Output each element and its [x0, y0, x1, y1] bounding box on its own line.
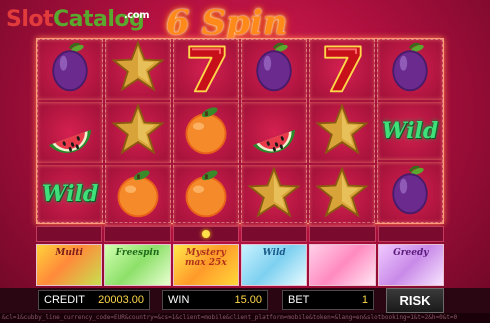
- reel-cell: [37, 39, 103, 100]
- plum-icon: [382, 39, 438, 100]
- reel-cell: [173, 39, 239, 100]
- reel-cell: [377, 39, 443, 100]
- bonus-indicator-2: [104, 226, 171, 242]
- bonus-indicator-row: [36, 226, 444, 242]
- star-icon: [246, 165, 302, 226]
- bonus-indicator-5: [309, 226, 376, 242]
- feature-mystery: Mystery max 25x: [172, 244, 239, 286]
- feature-sublabel: max 25x: [184, 258, 227, 268]
- reel-cell: [309, 102, 375, 163]
- reel-cell: [173, 102, 239, 163]
- reel-cell: [241, 165, 307, 226]
- seven-icon: [178, 39, 234, 100]
- credit-display: CREDIT 20003.00: [38, 290, 150, 310]
- credit-value: 20003.00: [98, 294, 144, 306]
- reel-grid: Wild Wild: [36, 38, 444, 226]
- reel-cell: [173, 165, 239, 226]
- watermelon-icon: [42, 102, 98, 163]
- bonus-indicator-4: [240, 226, 308, 242]
- slotcatalog-watermark: SlotCatalog .com: [6, 6, 150, 34]
- star-icon: [314, 165, 370, 226]
- watermark-com-text: .com: [124, 10, 150, 21]
- watermark-slot-text: Slot: [6, 7, 54, 32]
- orange-icon: [110, 165, 166, 226]
- orange-icon: [178, 102, 234, 163]
- bet-display[interactable]: BET 1: [282, 290, 374, 310]
- feature-freespin: Freespin: [104, 244, 171, 286]
- win-value: 15.00: [234, 294, 262, 306]
- feature-label: Mystery: [185, 248, 226, 258]
- star-icon: [110, 102, 166, 163]
- url-footer: &cl=1&cubby_line_currency_code=EUR&count…: [0, 313, 490, 323]
- reel-cell: [105, 165, 171, 226]
- bonus-indicator-3: [172, 226, 239, 242]
- feature-multi: Multi: [36, 244, 103, 286]
- reel-cell: [377, 162, 443, 223]
- bonus-indicator-1: [36, 226, 103, 242]
- feature-panel: Multi Freespin Mystery max 25x Wild Greed…: [36, 244, 444, 286]
- win-label: WIN: [168, 294, 190, 306]
- credit-label: CREDIT: [44, 294, 85, 306]
- reel-cell: [105, 102, 171, 163]
- feature-label: Greedy: [393, 248, 429, 258]
- wild-symbol: Wild: [381, 118, 439, 144]
- feature-label: Multi: [55, 248, 83, 258]
- feature-wild: Wild: [240, 244, 308, 286]
- reel-cell: [37, 102, 103, 163]
- reel-2: [105, 39, 171, 226]
- feature-blank: [309, 244, 376, 286]
- feature-label: Freespin: [115, 248, 160, 258]
- plum-icon: [246, 39, 302, 100]
- plum-icon: [382, 162, 438, 223]
- reel-cell: [241, 102, 307, 163]
- win-display: WIN 15.00: [162, 290, 268, 310]
- reel-5: [309, 39, 375, 226]
- reel-4: [241, 39, 307, 226]
- seven-icon: [314, 39, 370, 100]
- watermelon-icon: [246, 102, 302, 163]
- bonus-indicator-6: [377, 226, 444, 242]
- active-dot-icon: [201, 230, 210, 238]
- star-icon: [314, 102, 370, 163]
- reel-cell: Wild: [377, 102, 443, 160]
- reel-3: [173, 39, 239, 226]
- bet-label: BET: [288, 294, 310, 306]
- reel-cell: [309, 39, 375, 100]
- feature-label: Wild: [262, 248, 286, 258]
- risk-button[interactable]: RISK: [386, 288, 444, 313]
- star-icon: [110, 39, 166, 100]
- reel-cell: [105, 39, 171, 100]
- feature-greedy: Greedy: [377, 244, 444, 286]
- reel-cell: [309, 165, 375, 226]
- plum-icon: [42, 39, 98, 100]
- reel-1: Wild: [37, 39, 103, 223]
- reel-6: Wild: [377, 39, 443, 223]
- reel-cell: Wild: [37, 165, 103, 223]
- wild-symbol: Wild: [41, 181, 99, 207]
- orange-icon: [178, 165, 234, 226]
- bet-value: 1: [361, 294, 368, 306]
- reel-cell: [241, 39, 307, 100]
- bottom-bar: CREDIT 20003.00 WIN 15.00 BET 1 RISK: [0, 288, 490, 313]
